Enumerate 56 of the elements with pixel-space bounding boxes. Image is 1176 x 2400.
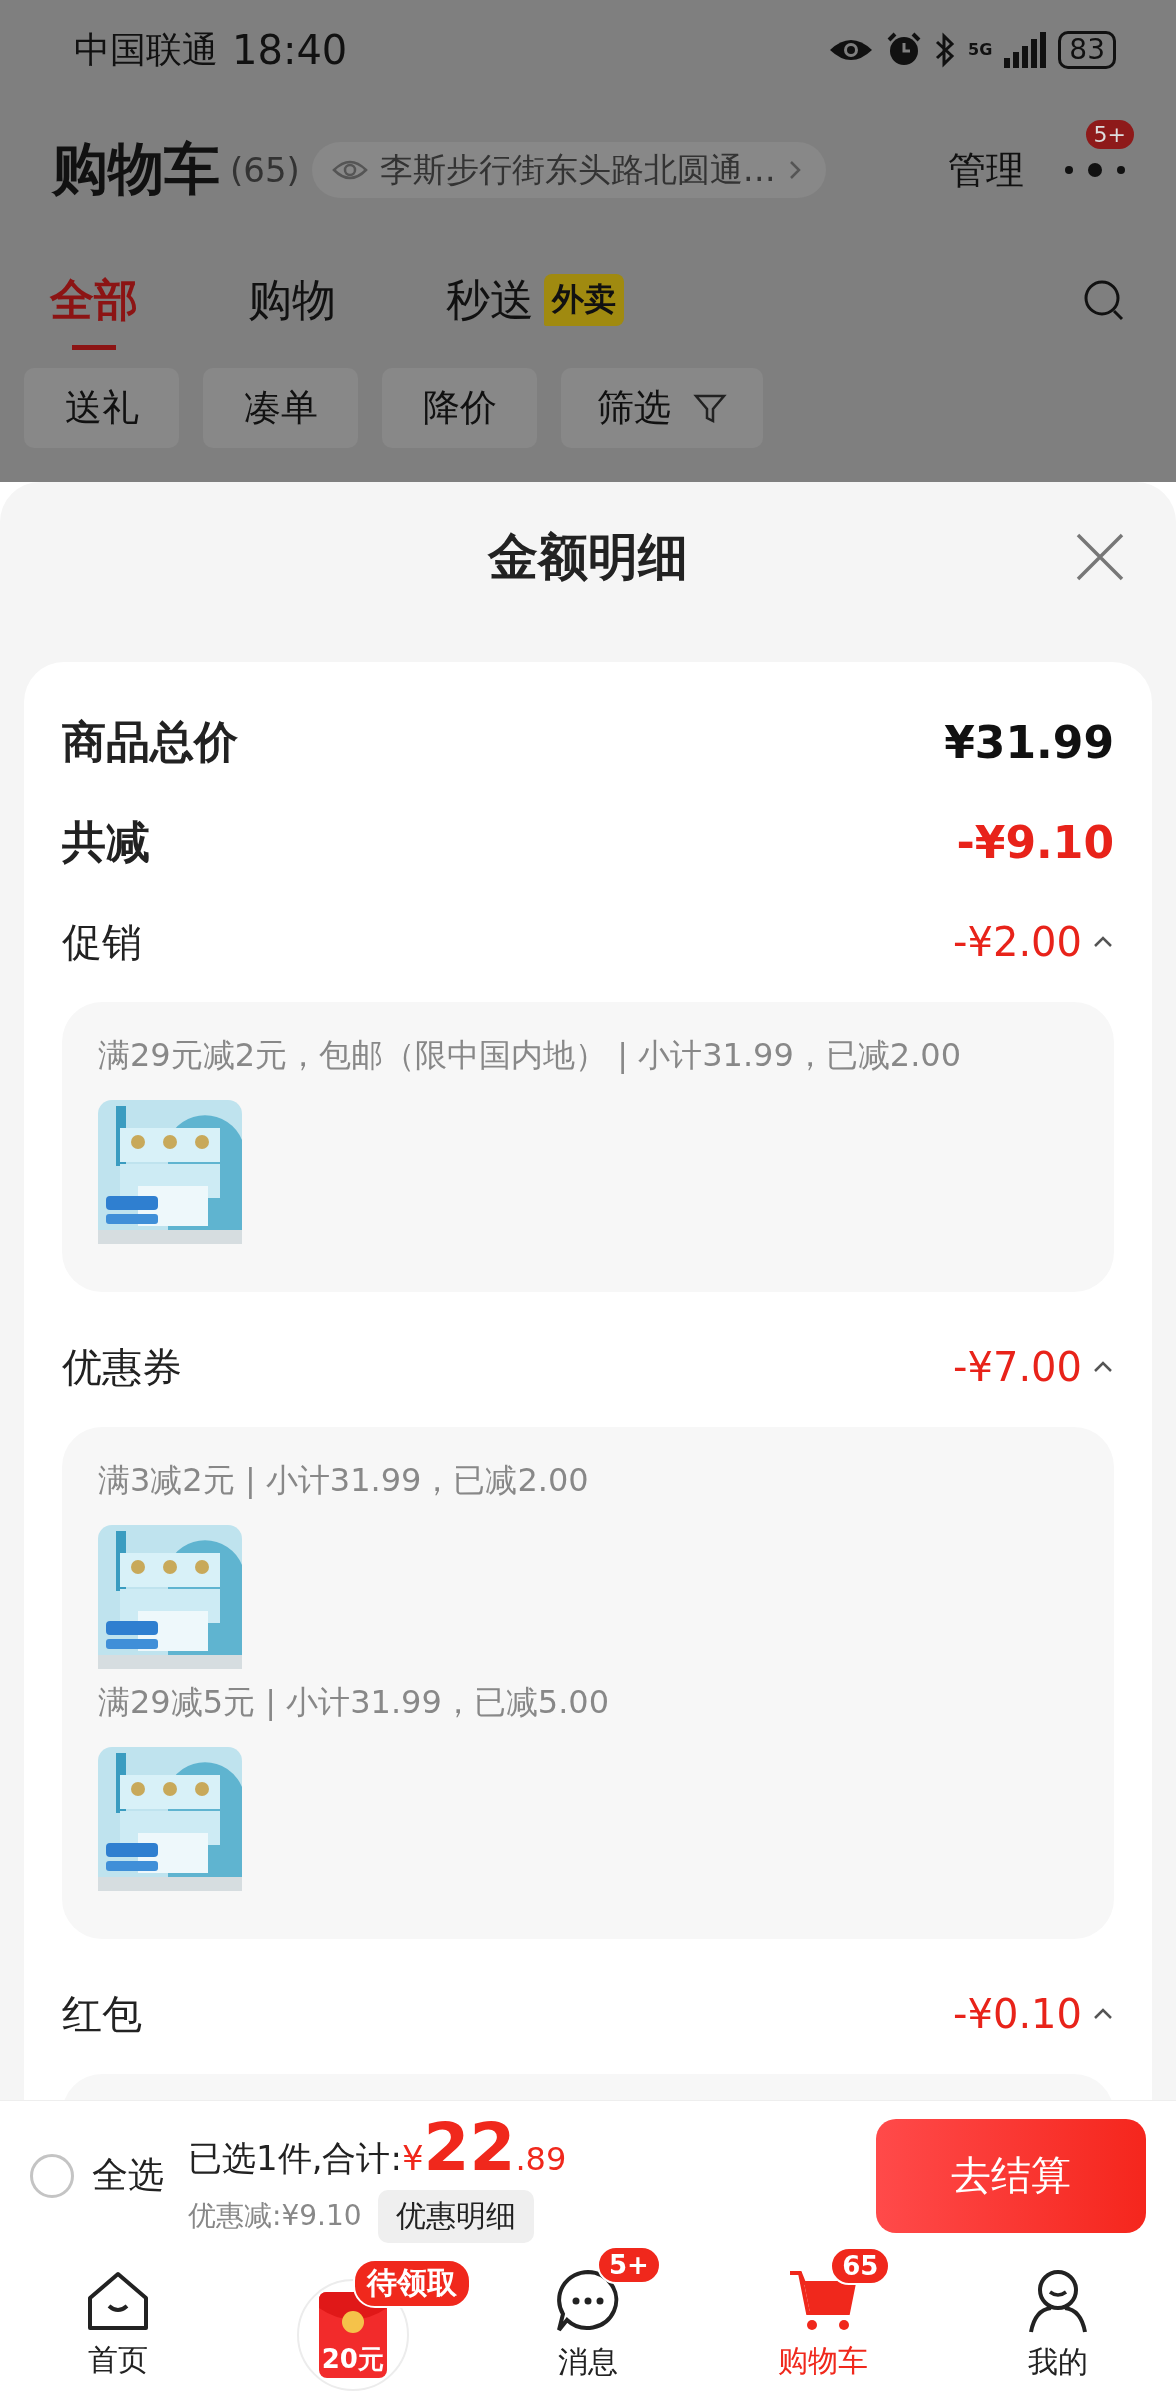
chevron-icon[interactable] bbox=[1092, 1360, 1114, 1374]
network-label: 5G bbox=[968, 42, 993, 58]
more-icon[interactable] bbox=[1064, 160, 1126, 180]
summary-text: 已选1件,合计: bbox=[188, 2136, 402, 2180]
nav-label[interactable]: 我的 bbox=[1028, 2341, 1089, 2383]
clock-time: 18:40 bbox=[232, 27, 348, 73]
nav-label[interactable]: 首页 bbox=[87, 2339, 148, 2381]
promotion-text: 满29元减2元，包邮（限中国内地） | 小计31.99，已减2.00 bbox=[98, 1035, 963, 1076]
filter-chip[interactable]: 送礼 bbox=[24, 368, 179, 448]
page-title: 购物车 bbox=[52, 135, 220, 203]
filter-chip[interactable]: 筛选 bbox=[561, 368, 763, 448]
filter-chip[interactable]: 降价 bbox=[382, 368, 537, 448]
nav-badge: 65 bbox=[830, 2246, 891, 2285]
section-label: 促销 bbox=[62, 917, 143, 967]
bluetooth-icon bbox=[934, 32, 957, 68]
close-icon[interactable] bbox=[1076, 533, 1124, 581]
manage-link[interactable]: 管理 bbox=[948, 144, 1024, 196]
envelope-button[interactable]: 待领取 20元 bbox=[296, 2259, 473, 2391]
summary-label: 商品总价 bbox=[62, 714, 238, 769]
carrier-name: 中国联通 bbox=[74, 27, 218, 72]
chevron-icon[interactable] bbox=[1092, 2007, 1114, 2021]
summary-value: -¥9.10 bbox=[956, 816, 1114, 868]
checkout-button[interactable]: 去结算 bbox=[876, 2118, 1146, 2233]
discount-text: 优惠减:¥9.10 bbox=[188, 2198, 362, 2234]
sheet-title: 金额明细 bbox=[488, 526, 688, 588]
alarm-icon bbox=[886, 32, 923, 68]
section-amount: -¥0.10 bbox=[953, 1991, 1082, 2037]
nav-label[interactable]: 消息 bbox=[558, 2341, 618, 2383]
section-amount: -¥7.00 bbox=[953, 1344, 1082, 1390]
battery-indicator: 83 bbox=[1058, 31, 1116, 69]
item-count: (65) bbox=[230, 150, 300, 190]
search-icon[interactable] bbox=[1082, 278, 1126, 322]
section-label: 红包 bbox=[62, 1989, 143, 2039]
section-label: 优惠券 bbox=[62, 1342, 183, 1392]
summary-label: 共减 bbox=[62, 814, 150, 869]
address-pill[interactable]: 李斯步行街东头路北圆通… bbox=[311, 142, 826, 198]
total-price: ¥22.89 bbox=[401, 2108, 567, 2186]
select-all-checkbox[interactable] bbox=[30, 2153, 74, 2198]
category-tab[interactable]: 秒送 bbox=[446, 258, 534, 342]
nav-badge: 5+ bbox=[597, 2245, 661, 2284]
filter-chip[interactable]: 凑单 bbox=[203, 368, 358, 448]
promotion-text: 满3减2元 | 小计31.99，已减2.00 bbox=[98, 1460, 590, 1501]
discount-detail-button[interactable]: 优惠明细 bbox=[377, 2189, 534, 2243]
category-tab[interactable]: 购物 bbox=[248, 258, 336, 342]
eye-icon bbox=[331, 158, 368, 182]
summary-value: ¥31.99 bbox=[944, 716, 1114, 768]
promotion-text: 满29减5元 | 小计31.99，已减5.00 bbox=[98, 1682, 611, 1723]
notification-badge: 5+ bbox=[1085, 120, 1134, 149]
chevron-icon bbox=[787, 159, 802, 181]
nav-label[interactable]: 购物车 bbox=[778, 2340, 869, 2382]
chevron-icon[interactable] bbox=[1092, 935, 1114, 949]
section-amount: -¥2.00 bbox=[953, 919, 1082, 965]
claim-badge: 待领取 bbox=[352, 2259, 471, 2308]
tab-tag: 外卖 bbox=[544, 274, 624, 326]
signal-icon bbox=[1004, 32, 1047, 68]
select-all-label[interactable]: 全选 bbox=[92, 2151, 164, 2200]
